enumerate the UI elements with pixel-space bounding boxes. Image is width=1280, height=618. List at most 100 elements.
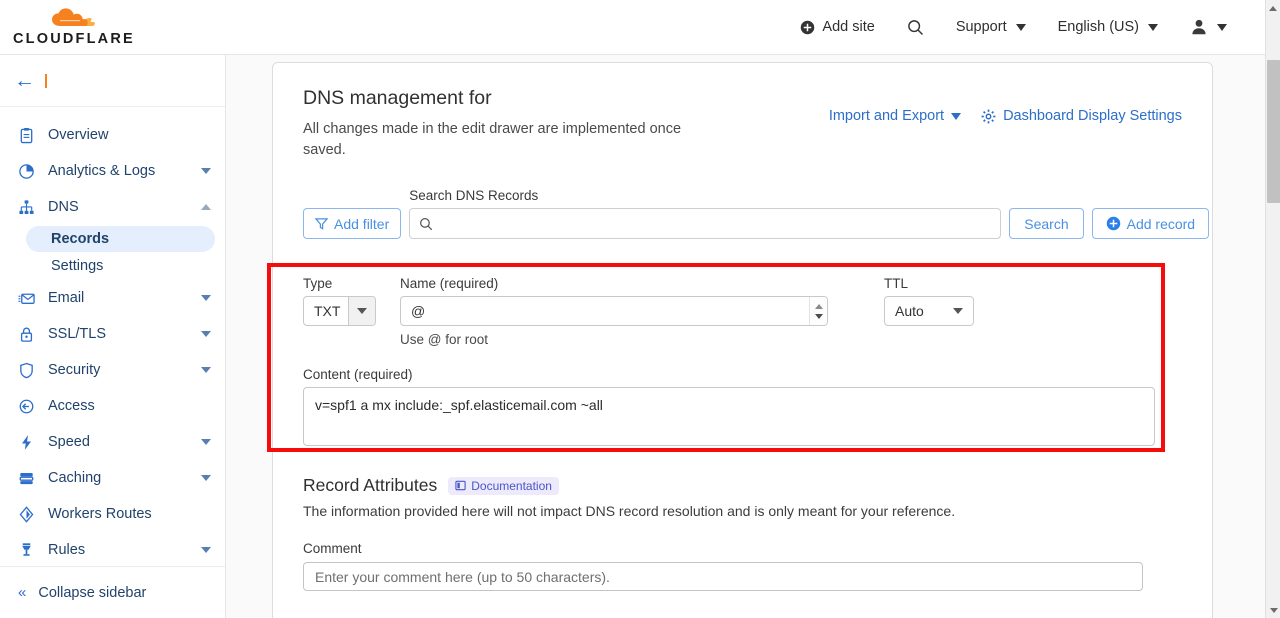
shield-icon (18, 362, 44, 379)
scrollbar-thumb[interactable] (1267, 60, 1280, 203)
sidebar-item-label: DNS (48, 199, 79, 215)
search-button[interactable]: Search (1009, 208, 1084, 239)
dns-search-toolbar: Add filter Search DNS Records Search Add… (303, 188, 1210, 239)
user-avatar-icon (1190, 18, 1208, 36)
name-stepper[interactable] (809, 297, 827, 325)
record-name-input-container[interactable] (400, 296, 828, 326)
cloudflare-wordmark: CLOUDFLARE (13, 30, 135, 47)
comment-input-container[interactable] (303, 562, 1143, 591)
book-icon (455, 480, 466, 491)
language-menu[interactable]: English (US) (1042, 13, 1174, 41)
scroll-down-button[interactable] (1266, 602, 1280, 618)
documentation-link[interactable]: Documentation (448, 476, 559, 495)
dashboard-display-settings-button[interactable]: Dashboard Display Settings (981, 108, 1182, 124)
record-name-input[interactable] (401, 303, 809, 319)
envelope-icon (18, 290, 44, 307)
chevron-up-icon (1269, 5, 1277, 11)
page-scrollbar[interactable] (1265, 0, 1280, 618)
sidebar-item-caching[interactable]: Caching (0, 460, 225, 496)
sidebar-item-workers-routes[interactable]: Workers Routes (0, 496, 225, 532)
sidebar-item-speed[interactable]: Speed (0, 424, 225, 460)
double-chevron-left-icon: « (18, 584, 26, 601)
chevron-up-icon (201, 204, 211, 210)
sidebar-item-label: Caching (48, 470, 102, 486)
dns-search-field: Search DNS Records (409, 188, 1002, 239)
lock-icon (18, 326, 44, 343)
scroll-up-button[interactable] (1266, 0, 1280, 16)
sidebar-item-label: Analytics & Logs (48, 163, 156, 179)
record-content-textarea[interactable] (303, 387, 1155, 446)
sidebar-subitem-label: Records (51, 231, 110, 247)
top-navigation-bar: CLOUDFLARE Add site Support English (US) (0, 0, 1265, 55)
support-label: Support (955, 19, 1007, 35)
cloudflare-logo[interactable]: CLOUDFLARE (13, 8, 135, 47)
record-form-top-row: Type TXT Name (required) @ Use @ for roo… (303, 276, 1163, 347)
record-type-select[interactable]: TXT (303, 296, 376, 326)
search-icon (907, 19, 924, 36)
import-and-export-menu[interactable]: Import and Export (829, 108, 962, 124)
sidebar-item-label: Speed (48, 434, 90, 450)
sidebar-nav: Overview Analytics & Logs DNS Records Se… (0, 107, 225, 568)
sidebar-item-label: SSL/TLS (48, 326, 107, 342)
access-key-icon (18, 398, 44, 415)
record-ttl-label: TTL (884, 276, 909, 291)
record-type-value: TXT (314, 303, 341, 319)
stepper-down-icon[interactable] (814, 313, 823, 319)
sidebar-item-overview[interactable]: Overview (0, 117, 225, 153)
gear-icon (981, 109, 996, 124)
sidebar-item-dns[interactable]: DNS (0, 189, 225, 225)
comment-input[interactable] (315, 568, 1142, 585)
account-menu[interactable] (1174, 12, 1243, 42)
chevron-down-icon (1015, 23, 1026, 31)
sidebar-item-label: Security (48, 362, 101, 378)
chevron-down-icon[interactable] (348, 297, 375, 325)
support-menu[interactable]: Support (940, 13, 1042, 41)
record-attributes-header: Record Attributes Documentation (303, 475, 1163, 496)
sidebar-item-label: Email (48, 290, 85, 306)
chevron-down-icon (201, 439, 211, 445)
sidebar-item-email[interactable]: Email (0, 280, 225, 316)
cloudflare-dns-page: CLOUDFLARE Add site Support English (US) (0, 0, 1280, 618)
chevron-down-icon (1148, 23, 1158, 31)
language-label: English (US) (1057, 19, 1139, 35)
plus-circle-icon (1106, 216, 1121, 231)
collapse-sidebar-label: Collapse sidebar (38, 584, 147, 601)
record-name-field: Name (required) Use @ for root (400, 276, 828, 347)
add-site-label: Add site (822, 19, 875, 35)
workers-icon (18, 505, 44, 523)
add-record-button[interactable]: Add record (1091, 208, 1210, 239)
stepper-up-icon[interactable] (814, 303, 823, 309)
sidebar-item-dns-settings[interactable]: Settings (26, 253, 215, 279)
record-attributes-section: Record Attributes Documentation The info… (303, 475, 1163, 591)
add-filter-button[interactable]: Add filter (303, 208, 402, 239)
dns-management-card: DNS management for All changes made in t… (267, 62, 1213, 618)
search-input-container[interactable] (409, 208, 1002, 239)
page-subtitle: All changes made in the edit drawer are … (303, 121, 682, 159)
record-name-helper: Use @ for root (400, 332, 488, 347)
back-arrow-icon[interactable]: ← (14, 70, 35, 91)
sidebar-item-dns-records[interactable]: Records (26, 226, 215, 252)
chevron-down-icon (1269, 607, 1278, 613)
sidebar-item-rules[interactable]: Rules (0, 532, 225, 568)
search-input[interactable] (440, 215, 1001, 232)
global-search-button[interactable] (891, 13, 940, 42)
main-content-area: DNS management for All changes made in t… (226, 55, 1265, 618)
collapse-sidebar-button[interactable]: « Collapse sidebar (0, 566, 225, 618)
chevron-down-icon (201, 168, 211, 174)
cloudflare-cloud-icon (46, 8, 102, 30)
zone-name-cursor (45, 73, 47, 88)
sidebar-item-analytics-logs[interactable]: Analytics & Logs (0, 153, 225, 189)
add-site-button[interactable]: Add site (784, 13, 890, 41)
sidebar-item-label: Access (48, 398, 95, 414)
filter-icon (315, 217, 328, 230)
record-ttl-select[interactable]: Auto (884, 296, 974, 326)
card-header-actions: Import and Export Dashboard Display Sett… (829, 108, 1182, 124)
sidebar-item-ssl-tls[interactable]: SSL/TLS (0, 316, 225, 352)
record-type-field: Type TXT (303, 276, 376, 326)
record-attributes-description: The information provided here will not i… (303, 503, 956, 519)
sidebar-item-security[interactable]: Security (0, 352, 225, 388)
dns-record-edit-form: Type TXT Name (required) @ Use @ for roo… (303, 276, 1163, 451)
sidebar-item-access[interactable]: Access (0, 388, 225, 424)
sidebar-header: ← (0, 55, 225, 107)
search-icon (419, 217, 433, 231)
